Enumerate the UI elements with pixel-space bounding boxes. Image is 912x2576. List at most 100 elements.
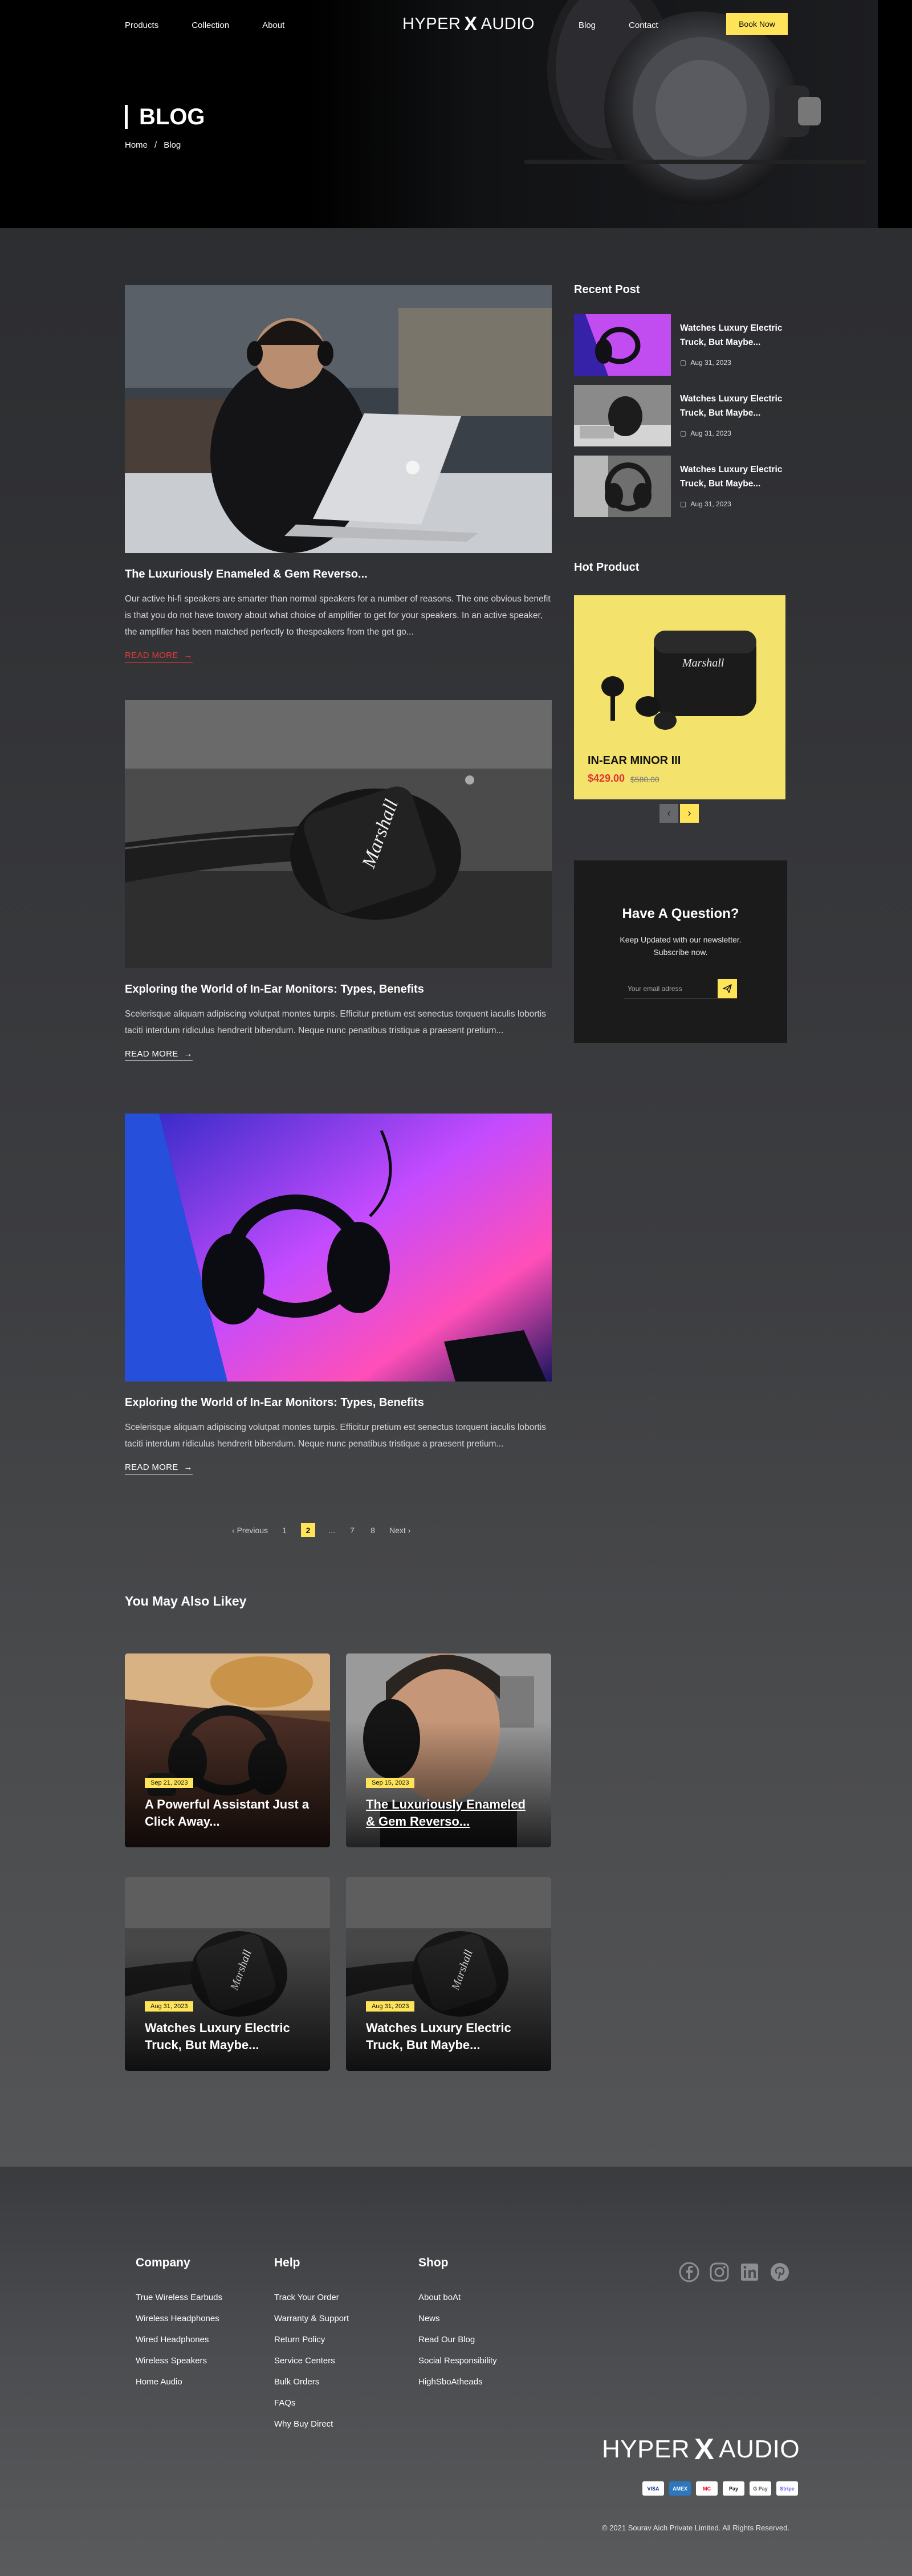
newsletter-form [624,979,737,998]
page-1[interactable]: 1 [280,1526,288,1535]
carousel-next-button[interactable]: › [680,804,699,823]
nav-contact[interactable]: Contact [629,21,658,30]
footer-link[interactable]: Read Our Blog [418,2329,497,2350]
pagination-previous[interactable]: ‹ Previous [232,1526,268,1535]
page-7[interactable]: 7 [348,1526,356,1535]
related-card[interactable]: Marshall Aug 31, 2023 Watches Luxury Ele… [125,1877,330,2071]
footer-link[interactable]: Service Centers [274,2350,349,2371]
footer-link[interactable]: HighSboAtheads [418,2371,497,2392]
instagram-icon[interactable] [709,2261,730,2283]
read-more-link[interactable]: READ MORE → [125,651,193,663]
related-card[interactable]: Marshall Aug 31, 2023 Watches Luxury Ele… [346,1877,551,2071]
page-title: BLOG [125,105,205,129]
hero-banner: Products Collection About HYPER X AUDIO … [0,0,912,228]
footer-logo[interactable]: HYPER X AUDIO [602,2432,800,2467]
related-card[interactable]: Sep 15, 2023 The Luxuriously Enameled & … [346,1653,551,1847]
recent-post-date: ▢ Aug 31, 2023 [680,500,788,508]
footer-link[interactable]: Return Policy [274,2329,349,2350]
next-label: Next [389,1525,406,1535]
recent-post-date: ▢ Aug 31, 2023 [680,429,788,437]
blog-post: The Luxuriously Enameled & Gem Reverso..… [125,285,552,663]
facebook-icon[interactable] [678,2261,700,2283]
hot-product-name[interactable]: IN-EAR MINOR III [588,754,681,767]
footer-link[interactable]: Home Audio [136,2371,222,2392]
card-title[interactable]: A Powerful Assistant Just a Click Away..… [145,1796,316,1830]
recent-post-title[interactable]: Watches Luxury Electric Truck, But Maybe… [680,392,788,420]
newsletter-email-input[interactable] [624,984,715,993]
pagination-next[interactable]: Next › [389,1526,410,1535]
social-links [678,2261,791,2283]
site-logo[interactable]: HYPER X AUDIO [402,13,535,35]
calendar-icon: ▢ [680,359,687,367]
footer-link[interactable]: Warranty & Support [274,2308,349,2329]
pagination: ‹ Previous 1 2 ... 7 8 Next › [232,1523,410,1537]
newsletter-box: Have A Question? Keep Updated with our n… [574,860,787,1043]
footer-link[interactable]: FAQs [274,2392,349,2414]
footer-link[interactable]: Why Buy Direct [274,2414,349,2435]
hot-product-card[interactable]: Marshall IN-EAR MINOR III $429.00 $580.0… [574,595,785,799]
mastercard-icon: MC [696,2481,718,2496]
recent-post-item[interactable]: Watches Luxury Electric Truck, But Maybe… [574,385,788,446]
footer-link[interactable]: Social Responsibility [418,2350,497,2371]
hot-product-old-price: $580.00 [630,775,659,784]
main-nav-left: Products Collection About [125,21,284,30]
footer-link[interactable]: True Wireless Earbuds [136,2287,222,2308]
footer-link[interactable]: About boAt [418,2287,497,2308]
recent-post-thumbnail [574,314,671,376]
post-title[interactable]: Exploring the World of In-Ear Monitors: … [125,1395,552,1410]
breadcrumb-home[interactable]: Home [125,140,148,150]
nav-collection[interactable]: Collection [192,21,229,30]
footer-column-company: Company True Wireless Earbuds Wireless H… [136,2256,222,2392]
breadcrumb-separator: / [154,140,157,150]
nav-blog[interactable]: Blog [579,21,596,30]
recent-post-date-text: Aug 31, 2023 [690,359,731,367]
book-now-button[interactable]: Book Now [726,13,788,35]
payment-methods: VISA AMEX MC Pay G Pay Stripe [642,2481,798,2496]
footer-link[interactable]: Bulk Orders [274,2371,349,2392]
carousel-prev-button[interactable]: ‹ [659,804,678,823]
read-more-label: READ MORE [125,1462,178,1472]
previous-label: Previous [237,1525,268,1535]
pinterest-icon[interactable] [769,2261,791,2283]
page-8[interactable]: 8 [369,1526,377,1535]
stripe-icon: Stripe [776,2481,798,2496]
card-title[interactable]: Watches Luxury Electric Truck, But Maybe… [366,2020,537,2054]
page-ellipsis: ... [328,1525,335,1535]
copyright-text: © 2021 Sourav Aich Private Limited. All … [602,2524,789,2532]
footer-link[interactable]: Wireless Headphones [136,2308,222,2329]
recent-post-item[interactable]: Watches Luxury Electric Truck, But Maybe… [574,456,788,517]
footer-link[interactable]: News [418,2308,497,2329]
post-image-marshall-headphones[interactable]: Marshall [125,700,552,968]
card-title[interactable]: The Luxuriously Enameled & Gem Reverso..… [366,1796,537,1830]
logo-audio: AUDIO [481,14,535,33]
footer-column-help: Help Track Your Order Warranty & Support… [274,2256,349,2435]
chevron-left-icon: ‹ [667,807,671,819]
recent-post-title[interactable]: Watches Luxury Electric Truck, But Maybe… [680,321,788,350]
read-more-link[interactable]: READ MORE → [125,1049,193,1061]
nav-about[interactable]: About [262,21,284,30]
post-image-laptop-man[interactable] [125,285,552,553]
recent-post-title[interactable]: Watches Luxury Electric Truck, But Maybe… [680,462,788,491]
send-icon [723,984,732,993]
card-title[interactable]: Watches Luxury Electric Truck, But Maybe… [145,2020,316,2054]
post-image-neon-headphones[interactable] [125,1114,552,1382]
logo-hyper: HYPER [402,14,461,33]
newsletter-submit-button[interactable] [718,979,737,998]
post-excerpt: Scelerisque aliquam adipiscing volutpat … [125,1423,546,1449]
nav-products[interactable]: Products [125,21,158,30]
footer-link[interactable]: Wired Headphones [136,2329,222,2350]
footer-logo-hyper: HYPER [602,2435,690,2463]
marshall-case-logo: Marshall [682,657,724,669]
page-2-current[interactable]: 2 [301,1523,316,1537]
arrow-right-icon: → [184,1049,193,1059]
linkedin-icon[interactable] [739,2261,760,2283]
post-title[interactable]: Exploring the World of In-Ear Monitors: … [125,982,552,997]
visa-icon: VISA [642,2481,664,2496]
footer-link[interactable]: Wireless Speakers [136,2350,222,2371]
post-title[interactable]: The Luxuriously Enameled & Gem Reverso..… [125,567,552,582]
read-more-link[interactable]: READ MORE → [125,1462,193,1474]
recent-post-item[interactable]: Watches Luxury Electric Truck, But Maybe… [574,314,788,376]
footer-link[interactable]: Track Your Order [274,2287,349,2308]
calendar-icon: ▢ [680,500,687,508]
related-card[interactable]: Sep 21, 2023 A Powerful Assistant Just a… [125,1653,330,1847]
